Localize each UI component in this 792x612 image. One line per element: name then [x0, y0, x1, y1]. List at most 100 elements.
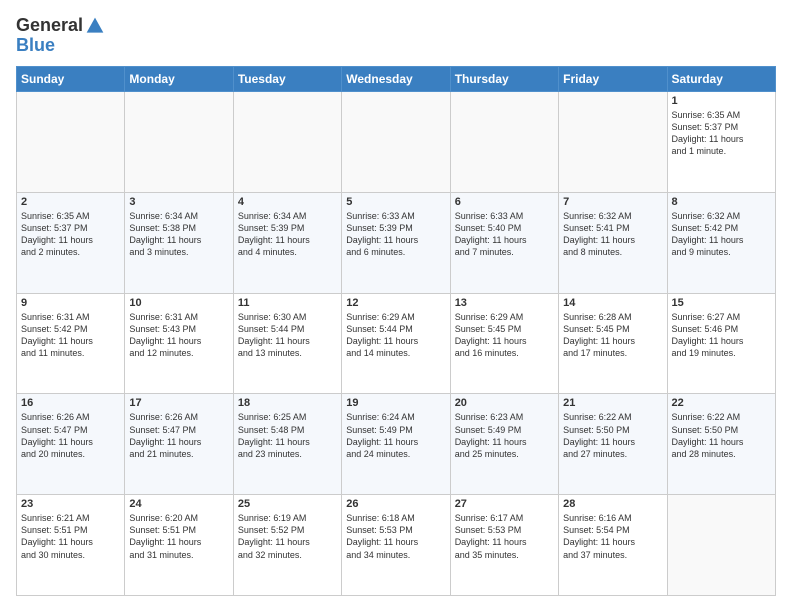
- calendar-empty-cell: [450, 92, 558, 193]
- calendar-empty-cell: [17, 92, 125, 193]
- day-content: Sunrise: 6:30 AM Sunset: 5:44 PM Dayligh…: [238, 311, 337, 360]
- day-number: 3: [129, 196, 228, 208]
- calendar-day-28: 28 Sunrise: 6:16 AM Sunset: 5:54 PM Dayli…: [559, 495, 667, 596]
- day-header-saturday: Saturday: [667, 67, 775, 92]
- day-number: 24: [129, 498, 228, 510]
- calendar-day-16: 16Sunrise: 6:26 AM Sunset: 5:47 PM Dayli…: [17, 394, 125, 495]
- calendar-empty-cell: [342, 92, 450, 193]
- logo-general-text: General: [16, 15, 83, 35]
- logo-icon: [85, 16, 105, 36]
- day-header-tuesday: Tuesday: [233, 67, 341, 92]
- day-content: Sunrise: 6:29 AM Sunset: 5:45 PM Dayligh…: [455, 311, 554, 360]
- calendar-week-row: 1 Sunrise: 6:35 AM Sunset: 5:37 PM Daylig…: [17, 92, 776, 193]
- calendar-day-1: 1 Sunrise: 6:35 AM Sunset: 5:37 PM Daylig…: [667, 92, 775, 193]
- day-header-wednesday: Wednesday: [342, 67, 450, 92]
- day-number: 14: [563, 297, 662, 309]
- day-number: 25: [238, 498, 337, 510]
- day-content: Sunrise: 6:21 AM Sunset: 5:51 PM Dayligh…: [21, 512, 120, 561]
- day-number: 20: [455, 397, 554, 409]
- day-number: 8: [672, 196, 771, 208]
- calendar-table: SundayMondayTuesdayWednesdayThursdayFrid…: [16, 66, 776, 596]
- day-number: 17: [129, 397, 228, 409]
- day-number: 27: [455, 498, 554, 510]
- calendar-day-2: 2 Sunrise: 6:35 AM Sunset: 5:37 PM Daylig…: [17, 192, 125, 293]
- day-content: Sunrise: 6:29 AM Sunset: 5:44 PM Dayligh…: [346, 311, 445, 360]
- day-content: Sunrise: 6:19 AM Sunset: 5:52 PM Dayligh…: [238, 512, 337, 561]
- day-content: Sunrise: 6:17 AM Sunset: 5:53 PM Dayligh…: [455, 512, 554, 561]
- day-content: Sunrise: 6:24 AM Sunset: 5:49 PM Dayligh…: [346, 411, 445, 460]
- calendar-day-11: 11 Sunrise: 6:30 AM Sunset: 5:44 PM Dayli…: [233, 293, 341, 394]
- calendar-day-21: 21Sunrise: 6:22 AM Sunset: 5:50 PM Dayli…: [559, 394, 667, 495]
- day-number: 5: [346, 196, 445, 208]
- calendar-empty-cell: [125, 92, 233, 193]
- calendar-day-10: 10 Sunrise: 6:31 AM Sunset: 5:43 PM Dayli…: [125, 293, 233, 394]
- day-content: Sunrise: 6:26 AM Sunset: 5:47 PM Dayligh…: [129, 411, 228, 460]
- day-number: 1: [672, 95, 771, 107]
- calendar-day-26: 26 Sunrise: 6:18 AM Sunset: 5:53 PM Dayli…: [342, 495, 450, 596]
- day-number: 18: [238, 397, 337, 409]
- day-content: Sunrise: 6:28 AM Sunset: 5:45 PM Dayligh…: [563, 311, 662, 360]
- day-number: 23: [21, 498, 120, 510]
- day-number: 22: [672, 397, 771, 409]
- day-content: Sunrise: 6:34 AM Sunset: 5:39 PM Dayligh…: [238, 210, 337, 259]
- day-content: Sunrise: 6:18 AM Sunset: 5:53 PM Dayligh…: [346, 512, 445, 561]
- day-number: 9: [21, 297, 120, 309]
- calendar-day-24: 24 Sunrise: 6:20 AM Sunset: 5:51 PM Dayli…: [125, 495, 233, 596]
- calendar-day-5: 5Sunrise: 6:33 AM Sunset: 5:39 PM Daylig…: [342, 192, 450, 293]
- day-header-monday: Monday: [125, 67, 233, 92]
- calendar-day-14: 14 Sunrise: 6:28 AM Sunset: 5:45 PM Dayli…: [559, 293, 667, 394]
- calendar-day-13: 13 Sunrise: 6:29 AM Sunset: 5:45 PM Dayli…: [450, 293, 558, 394]
- calendar-week-row: 2 Sunrise: 6:35 AM Sunset: 5:37 PM Daylig…: [17, 192, 776, 293]
- day-header-thursday: Thursday: [450, 67, 558, 92]
- day-content: Sunrise: 6:32 AM Sunset: 5:42 PM Dayligh…: [672, 210, 771, 259]
- calendar-day-8: 8 Sunrise: 6:32 AM Sunset: 5:42 PM Daylig…: [667, 192, 775, 293]
- calendar-day-23: 23 Sunrise: 6:21 AM Sunset: 5:51 PM Dayli…: [17, 495, 125, 596]
- logo-blue-text: Blue: [16, 35, 55, 55]
- day-number: 10: [129, 297, 228, 309]
- calendar-empty-cell: [233, 92, 341, 193]
- day-number: 12: [346, 297, 445, 309]
- day-header-sunday: Sunday: [17, 67, 125, 92]
- day-header-friday: Friday: [559, 67, 667, 92]
- day-content: Sunrise: 6:27 AM Sunset: 5:46 PM Dayligh…: [672, 311, 771, 360]
- calendar-day-27: 27 Sunrise: 6:17 AM Sunset: 5:53 PM Dayli…: [450, 495, 558, 596]
- day-number: 28: [563, 498, 662, 510]
- day-number: 2: [21, 196, 120, 208]
- day-number: 7: [563, 196, 662, 208]
- calendar-day-9: 9 Sunrise: 6:31 AM Sunset: 5:42 PM Daylig…: [17, 293, 125, 394]
- day-number: 19: [346, 397, 445, 409]
- calendar-day-3: 3Sunrise: 6:34 AM Sunset: 5:38 PM Daylig…: [125, 192, 233, 293]
- calendar-day-4: 4 Sunrise: 6:34 AM Sunset: 5:39 PM Daylig…: [233, 192, 341, 293]
- calendar-week-row: 23 Sunrise: 6:21 AM Sunset: 5:51 PM Dayli…: [17, 495, 776, 596]
- day-content: Sunrise: 6:20 AM Sunset: 5:51 PM Dayligh…: [129, 512, 228, 561]
- day-number: 11: [238, 297, 337, 309]
- header: General Blue: [16, 16, 776, 56]
- day-number: 16: [21, 397, 120, 409]
- calendar-day-25: 25 Sunrise: 6:19 AM Sunset: 5:52 PM Dayli…: [233, 495, 341, 596]
- day-content: Sunrise: 6:31 AM Sunset: 5:42 PM Dayligh…: [21, 311, 120, 360]
- day-number: 21: [563, 397, 662, 409]
- page: General Blue SundayMondayTuesdayWednesda…: [0, 0, 792, 612]
- calendar-day-7: 7 Sunrise: 6:32 AM Sunset: 5:41 PM Daylig…: [559, 192, 667, 293]
- day-content: Sunrise: 6:35 AM Sunset: 5:37 PM Dayligh…: [21, 210, 120, 259]
- calendar-header-row: SundayMondayTuesdayWednesdayThursdayFrid…: [17, 67, 776, 92]
- calendar-day-22: 22 Sunrise: 6:22 AM Sunset: 5:50 PM Dayli…: [667, 394, 775, 495]
- day-number: 26: [346, 498, 445, 510]
- day-content: Sunrise: 6:32 AM Sunset: 5:41 PM Dayligh…: [563, 210, 662, 259]
- calendar-day-12: 12 Sunrise: 6:29 AM Sunset: 5:44 PM Dayli…: [342, 293, 450, 394]
- day-number: 6: [455, 196, 554, 208]
- day-content: Sunrise: 6:25 AM Sunset: 5:48 PM Dayligh…: [238, 411, 337, 460]
- calendar-day-19: 19 Sunrise: 6:24 AM Sunset: 5:49 PM Dayli…: [342, 394, 450, 495]
- calendar-week-row: 9 Sunrise: 6:31 AM Sunset: 5:42 PM Daylig…: [17, 293, 776, 394]
- calendar-day-17: 17 Sunrise: 6:26 AM Sunset: 5:47 PM Dayli…: [125, 394, 233, 495]
- day-content: Sunrise: 6:23 AM Sunset: 5:49 PM Dayligh…: [455, 411, 554, 460]
- day-content: Sunrise: 6:16 AM Sunset: 5:54 PM Dayligh…: [563, 512, 662, 561]
- day-content: Sunrise: 6:35 AM Sunset: 5:37 PM Dayligh…: [672, 109, 771, 158]
- calendar-day-15: 15Sunrise: 6:27 AM Sunset: 5:46 PM Dayli…: [667, 293, 775, 394]
- day-content: Sunrise: 6:31 AM Sunset: 5:43 PM Dayligh…: [129, 311, 228, 360]
- calendar-day-20: 20 Sunrise: 6:23 AM Sunset: 5:49 PM Dayli…: [450, 394, 558, 495]
- day-number: 4: [238, 196, 337, 208]
- day-number: 13: [455, 297, 554, 309]
- day-content: Sunrise: 6:22 AM Sunset: 5:50 PM Dayligh…: [672, 411, 771, 460]
- calendar-empty-cell: [559, 92, 667, 193]
